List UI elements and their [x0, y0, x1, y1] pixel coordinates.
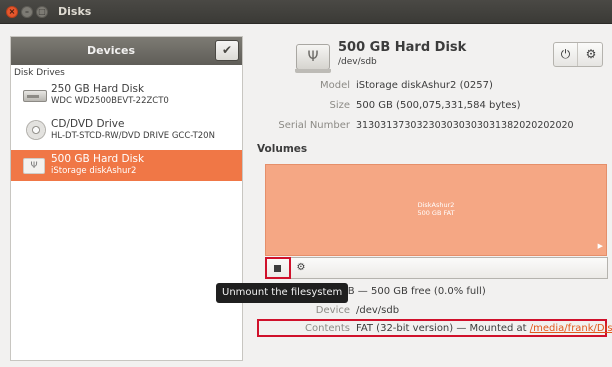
disks-window: Devices ✔ Disk Drives 250 GB Hard Disk W… [0, 24, 612, 367]
maximize-window-button[interactable]: □ [36, 6, 48, 18]
device-name: CD/DVD Drive [51, 118, 125, 130]
device-model: HL-DT-STCD-RW/DVD DRIVE GCC-T20N [51, 131, 215, 141]
power-off-button[interactable]: ⏻ [554, 43, 578, 66]
volume-size: 500 GB FAT [417, 209, 455, 217]
size-value: 500 GB (500,075,331,584 bytes) [356, 100, 521, 111]
device-item-250gb[interactable]: 250 GB Hard Disk WDC WD2500BEVT-22ZCT0 [11, 80, 242, 111]
devices-header-label: Devices [86, 44, 136, 57]
model-value: iStorage diskAshur2 (0257) [356, 80, 493, 91]
optical-drive-icon [23, 120, 47, 140]
contents-value: FAT (32-bit version) — Mounted at /media… [356, 323, 612, 334]
partition-arrow-icon: ▶ [597, 242, 603, 250]
close-window-button[interactable]: × [6, 6, 18, 18]
contents-text: FAT (32-bit version) — Mounted at [356, 323, 530, 334]
partition-options-button[interactable]: ⚙ [293, 260, 309, 276]
power-icon: ⏻ [560, 47, 571, 61]
disk-drives-section-label: Disk Drives [14, 68, 65, 78]
device-value: /dev/sdb [356, 305, 400, 316]
mount-point-link[interactable]: /media/frank/Disk... [530, 323, 612, 334]
close-icon: × [8, 7, 16, 16]
hard-disk-icon [23, 86, 47, 104]
minimize-window-button[interactable]: – [21, 6, 33, 18]
device-item-cd-dvd[interactable]: CD/DVD Drive HL-DT-STCD-RW/DVD DRIVE GCC… [11, 115, 242, 146]
disk-path: /dev/sdb [338, 57, 377, 67]
checkmark-icon: ✔ [221, 43, 233, 57]
volume-size-value: GB — 500 GB free (0.0% full) [340, 286, 486, 297]
gear-icon: ⚙ [585, 47, 597, 61]
device-label: Device [315, 305, 350, 316]
unmount-tooltip: Unmount the filesystem [216, 283, 349, 303]
disk-toolbar: ⏻ ⚙ [553, 42, 603, 67]
device-item-500gb[interactable]: Ψ 500 GB Hard Disk iStorage diskAshur2 [11, 150, 242, 181]
select-devices-button[interactable]: ✔ [215, 40, 239, 61]
volume-partition[interactable]: DiskAshur2 500 GB FAT ▶ [265, 164, 607, 256]
volumes-heading: Volumes [257, 143, 308, 155]
contents-label: Contents [305, 323, 350, 334]
drive-options-button[interactable]: ⚙ [579, 43, 603, 66]
devices-header: Devices ✔ [11, 37, 242, 65]
serial-label: Serial Number [278, 120, 350, 131]
model-label: Model [319, 80, 350, 91]
serial-value: 313031373032303030303031382020202020 [356, 120, 574, 131]
title-bar: × – □ Disks [0, 0, 612, 24]
maximize-icon: □ [38, 7, 46, 16]
disk-title: 500 GB Hard Disk [338, 40, 467, 55]
volume-name: DiskAshur2 [417, 201, 455, 209]
devices-pane: Devices ✔ Disk Drives 250 GB Hard Disk W… [10, 36, 243, 361]
unmount-highlight-box [265, 257, 291, 279]
usb-disk-icon: Ψ [23, 156, 47, 174]
device-name: 500 GB Hard Disk [51, 153, 145, 165]
device-name: 250 GB Hard Disk [51, 83, 145, 95]
usb-disk-icon: Ψ [295, 44, 331, 73]
minimize-icon: – [25, 7, 29, 16]
size-label: Size [329, 100, 350, 111]
device-model: iStorage diskAshur2 [51, 166, 137, 176]
device-model: WDC WD2500BEVT-22ZCT0 [51, 96, 169, 106]
volume-toolbar: ⚙ [265, 257, 608, 279]
window-title: Disks [58, 5, 92, 18]
gears-icon: ⚙ [296, 262, 306, 273]
